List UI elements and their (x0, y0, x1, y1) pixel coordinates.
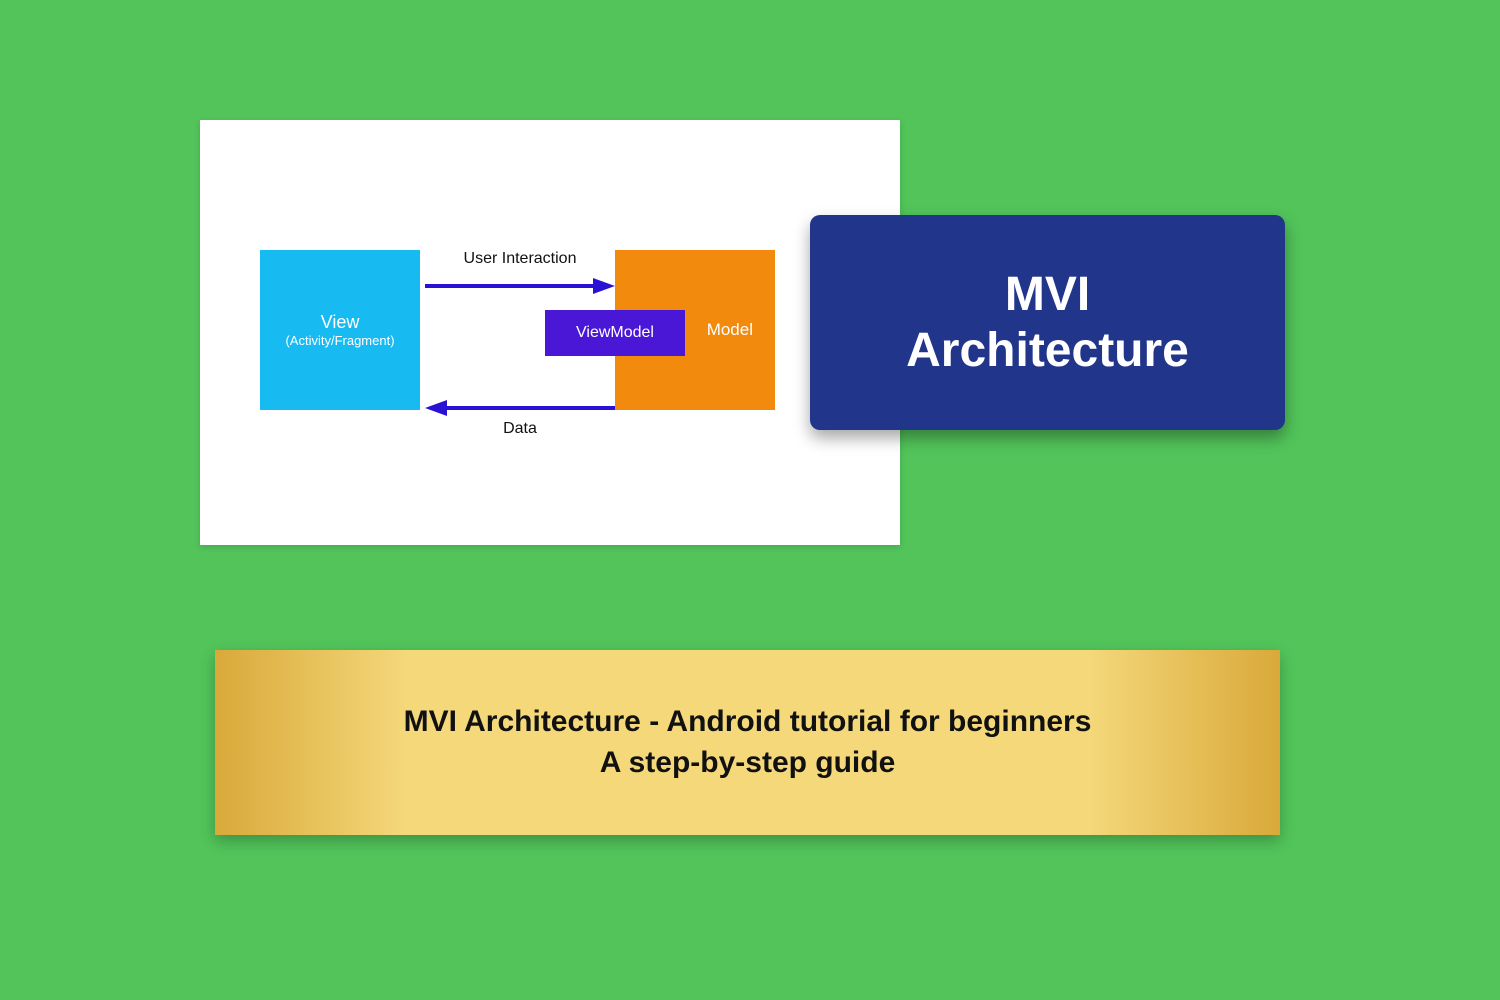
arrow-label-data: Data (430, 420, 610, 438)
caption-line-1: MVI Architecture - Android tutorial for … (404, 705, 1092, 738)
arrow-left-icon (425, 398, 615, 418)
view-box: View (Activity/Fragment) (260, 250, 420, 410)
arrow-right-icon (425, 276, 615, 296)
title-card: MVI Architecture (810, 215, 1285, 430)
viewmodel-label: ViewModel (576, 324, 654, 342)
caption-line-2: A step-by-step guide (600, 746, 896, 779)
diagram-card: View (Activity/Fragment) Model ViewModel… (200, 120, 900, 545)
title-line-2: Architecture (906, 324, 1189, 377)
model-label: Model (707, 320, 753, 340)
viewmodel-box: ViewModel (545, 310, 685, 356)
title-line-1: MVI (1005, 268, 1090, 321)
view-title: View (321, 311, 360, 334)
caption-bar: MVI Architecture - Android tutorial for … (215, 650, 1280, 835)
arrow-label-user-interaction: User Interaction (430, 250, 610, 268)
view-subtitle: (Activity/Fragment) (285, 333, 394, 349)
